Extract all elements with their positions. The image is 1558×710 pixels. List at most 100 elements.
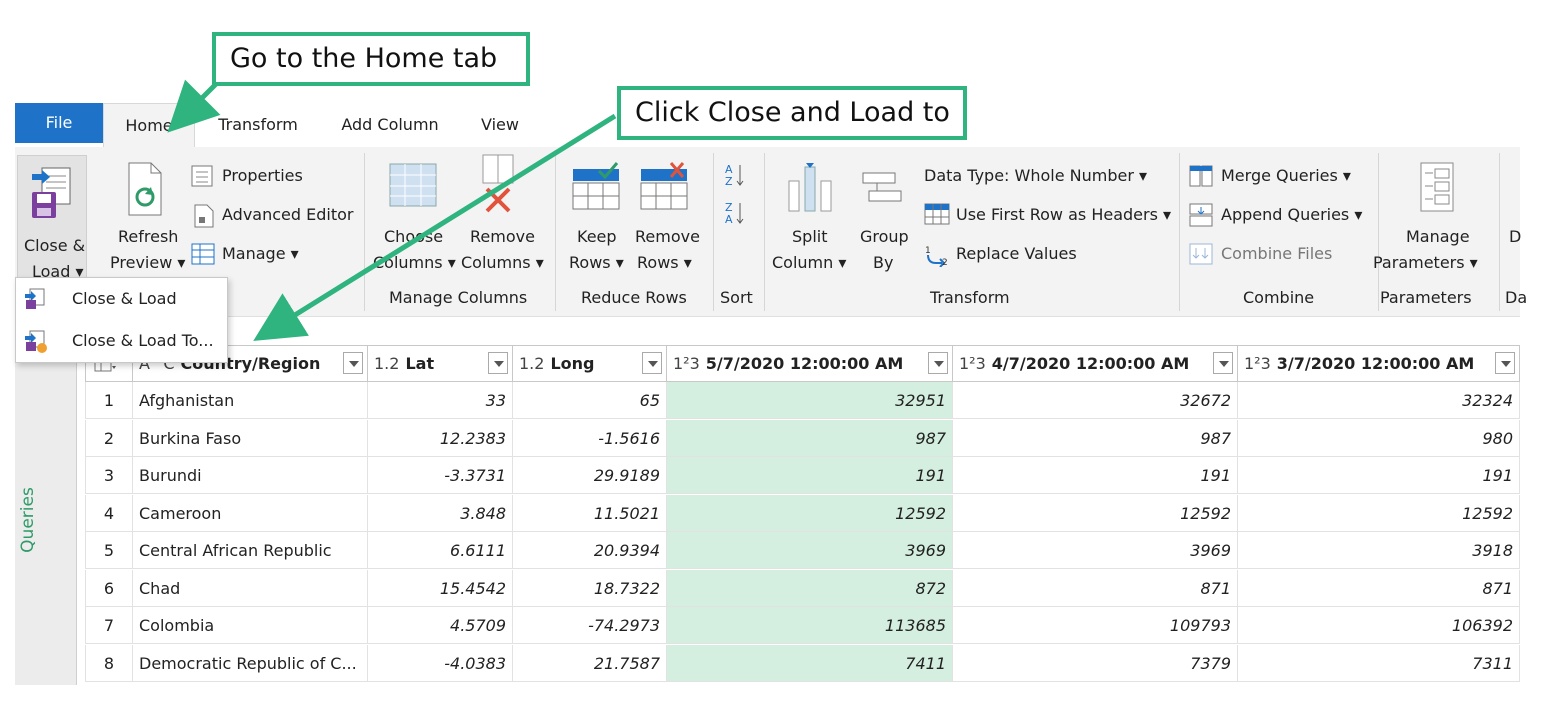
- combine-files-button[interactable]: Combine Files: [1221, 244, 1332, 264]
- filter-dropdown-icon[interactable]: [488, 352, 508, 374]
- cell-long[interactable]: -74.2973: [513, 607, 667, 644]
- split-label[interactable]: Split: [792, 227, 827, 247]
- use-first-row-headers-button[interactable]: Use First Row as Headers ▾: [956, 205, 1171, 225]
- row-number[interactable]: 6: [85, 569, 133, 607]
- cell-lat[interactable]: 15.4542: [368, 569, 513, 607]
- cell-country[interactable]: Burundi: [133, 457, 368, 494]
- choose-columns-label[interactable]: Columns ▾: [373, 253, 456, 273]
- manage-params-label2[interactable]: Parameters ▾: [1373, 253, 1478, 273]
- column-header-5-7-2020[interactable]: 1²3 5/7/2020 12:00:00 AM: [667, 345, 953, 382]
- filter-dropdown-icon[interactable]: [642, 352, 662, 374]
- cell-4-7-2020[interactable]: 191: [953, 457, 1238, 494]
- cell-country[interactable]: Chad: [133, 569, 368, 607]
- tab-file[interactable]: File: [15, 103, 103, 143]
- filter-dropdown-icon[interactable]: [343, 352, 363, 374]
- row-number[interactable]: 3: [85, 457, 133, 494]
- column-header-4-7-2020[interactable]: 1²3 4/7/2020 12:00:00 AM: [953, 345, 1238, 382]
- cell-5-7-2020[interactable]: 12592: [667, 494, 953, 532]
- cell-4-7-2020[interactable]: 3969: [953, 532, 1238, 569]
- cell-3-7-2020[interactable]: 106392: [1238, 607, 1520, 644]
- cutoff-button[interactable]: D: [1509, 227, 1521, 247]
- cell-country[interactable]: Central African Republic: [133, 532, 368, 569]
- row-number[interactable]: 5: [85, 532, 133, 569]
- refresh-label[interactable]: Refresh: [118, 227, 178, 247]
- menu-close-load-to[interactable]: Close & Load To...: [16, 321, 227, 361]
- close-load-button[interactable]: Close & Load ▾: [17, 155, 87, 281]
- cell-lat[interactable]: 6.6111: [368, 532, 513, 569]
- cell-4-7-2020[interactable]: 109793: [953, 607, 1238, 644]
- keep-label[interactable]: Keep: [577, 227, 617, 247]
- remove-columns-label[interactable]: Columns ▾: [461, 253, 544, 273]
- manage-params-label[interactable]: Manage: [1406, 227, 1470, 247]
- column-header-long[interactable]: 1.2 Long: [513, 345, 667, 382]
- remove-label[interactable]: Remove: [470, 227, 535, 247]
- cell-5-7-2020[interactable]: 191: [667, 457, 953, 494]
- group-label[interactable]: Group: [860, 227, 909, 247]
- filter-dropdown-icon[interactable]: [928, 352, 948, 374]
- row-number[interactable]: 8: [85, 644, 133, 682]
- cell-4-7-2020[interactable]: 12592: [953, 494, 1238, 532]
- cell-country[interactable]: Democratic Republic of C...: [133, 644, 368, 682]
- cell-lat[interactable]: 4.5709: [368, 607, 513, 644]
- properties-button[interactable]: Properties: [222, 166, 303, 186]
- column-header-lat[interactable]: 1.2 Lat: [368, 345, 513, 382]
- row-number[interactable]: 7: [85, 607, 133, 644]
- cell-5-7-2020[interactable]: 32951: [667, 382, 953, 419]
- cell-long[interactable]: 20.9394: [513, 532, 667, 569]
- cell-lat[interactable]: 33: [368, 382, 513, 419]
- queries-label[interactable]: Queries: [18, 487, 38, 553]
- cell-long[interactable]: 29.9189: [513, 457, 667, 494]
- data-type-dropdown[interactable]: Data Type: Whole Number ▾: [924, 166, 1147, 186]
- cell-lat[interactable]: -4.0383: [368, 644, 513, 682]
- column-header-3-7-2020[interactable]: 1²3 3/7/2020 12:00:00 AM: [1238, 345, 1520, 382]
- row-number[interactable]: 4: [85, 494, 133, 532]
- cell-4-7-2020[interactable]: 871: [953, 569, 1238, 607]
- tab-transform[interactable]: Transform: [205, 103, 311, 147]
- cell-long[interactable]: 65: [513, 382, 667, 419]
- cell-long[interactable]: 18.7322: [513, 569, 667, 607]
- remove-rows-label[interactable]: Remove: [635, 227, 700, 247]
- row-number[interactable]: 1: [85, 382, 133, 419]
- cell-5-7-2020[interactable]: 113685: [667, 607, 953, 644]
- cell-3-7-2020[interactable]: 871: [1238, 569, 1520, 607]
- group-by-label[interactable]: By: [873, 253, 893, 273]
- cell-long[interactable]: -1.5616: [513, 419, 667, 457]
- cell-4-7-2020[interactable]: 7379: [953, 644, 1238, 682]
- cell-3-7-2020[interactable]: 32324: [1238, 382, 1520, 419]
- cell-lat[interactable]: 12.2383: [368, 419, 513, 457]
- cell-5-7-2020[interactable]: 872: [667, 569, 953, 607]
- split-column-label[interactable]: Column ▾: [772, 253, 846, 273]
- cell-3-7-2020[interactable]: 980: [1238, 419, 1520, 457]
- cell-4-7-2020[interactable]: 987: [953, 419, 1238, 457]
- cell-3-7-2020[interactable]: 12592: [1238, 494, 1520, 532]
- replace-values-button[interactable]: Replace Values: [956, 244, 1077, 264]
- preview-label[interactable]: Preview ▾: [110, 253, 185, 273]
- cell-4-7-2020[interactable]: 32672: [953, 382, 1238, 419]
- cell-long[interactable]: 21.7587: [513, 644, 667, 682]
- cell-country[interactable]: Afghanistan: [133, 382, 368, 419]
- cell-3-7-2020[interactable]: 191: [1238, 457, 1520, 494]
- advanced-editor-button[interactable]: Advanced Editor: [222, 205, 353, 225]
- manage-button[interactable]: Manage ▾: [222, 244, 299, 264]
- row-number[interactable]: 2: [85, 419, 133, 457]
- cell-lat[interactable]: 3.848: [368, 494, 513, 532]
- cell-5-7-2020[interactable]: 3969: [667, 532, 953, 569]
- cell-long[interactable]: 11.5021: [513, 494, 667, 532]
- filter-dropdown-icon[interactable]: [1213, 352, 1233, 374]
- append-queries-button[interactable]: Append Queries ▾: [1221, 205, 1362, 225]
- tab-add-column[interactable]: Add Column: [335, 103, 445, 147]
- filter-dropdown-icon[interactable]: [1495, 352, 1515, 374]
- merge-queries-button[interactable]: Merge Queries ▾: [1221, 166, 1351, 186]
- remove-rows-label2[interactable]: Rows ▾: [637, 253, 692, 273]
- choose-label[interactable]: Choose: [384, 227, 443, 247]
- tab-home[interactable]: Home: [103, 103, 195, 147]
- cell-5-7-2020[interactable]: 7411: [667, 644, 953, 682]
- keep-rows-label[interactable]: Rows ▾: [569, 253, 624, 273]
- cell-lat[interactable]: -3.3731: [368, 457, 513, 494]
- tab-view[interactable]: View: [467, 103, 533, 147]
- cell-country[interactable]: Colombia: [133, 607, 368, 644]
- cell-country[interactable]: Cameroon: [133, 494, 368, 532]
- cell-5-7-2020[interactable]: 987: [667, 419, 953, 457]
- cell-3-7-2020[interactable]: 7311: [1238, 644, 1520, 682]
- cell-3-7-2020[interactable]: 3918: [1238, 532, 1520, 569]
